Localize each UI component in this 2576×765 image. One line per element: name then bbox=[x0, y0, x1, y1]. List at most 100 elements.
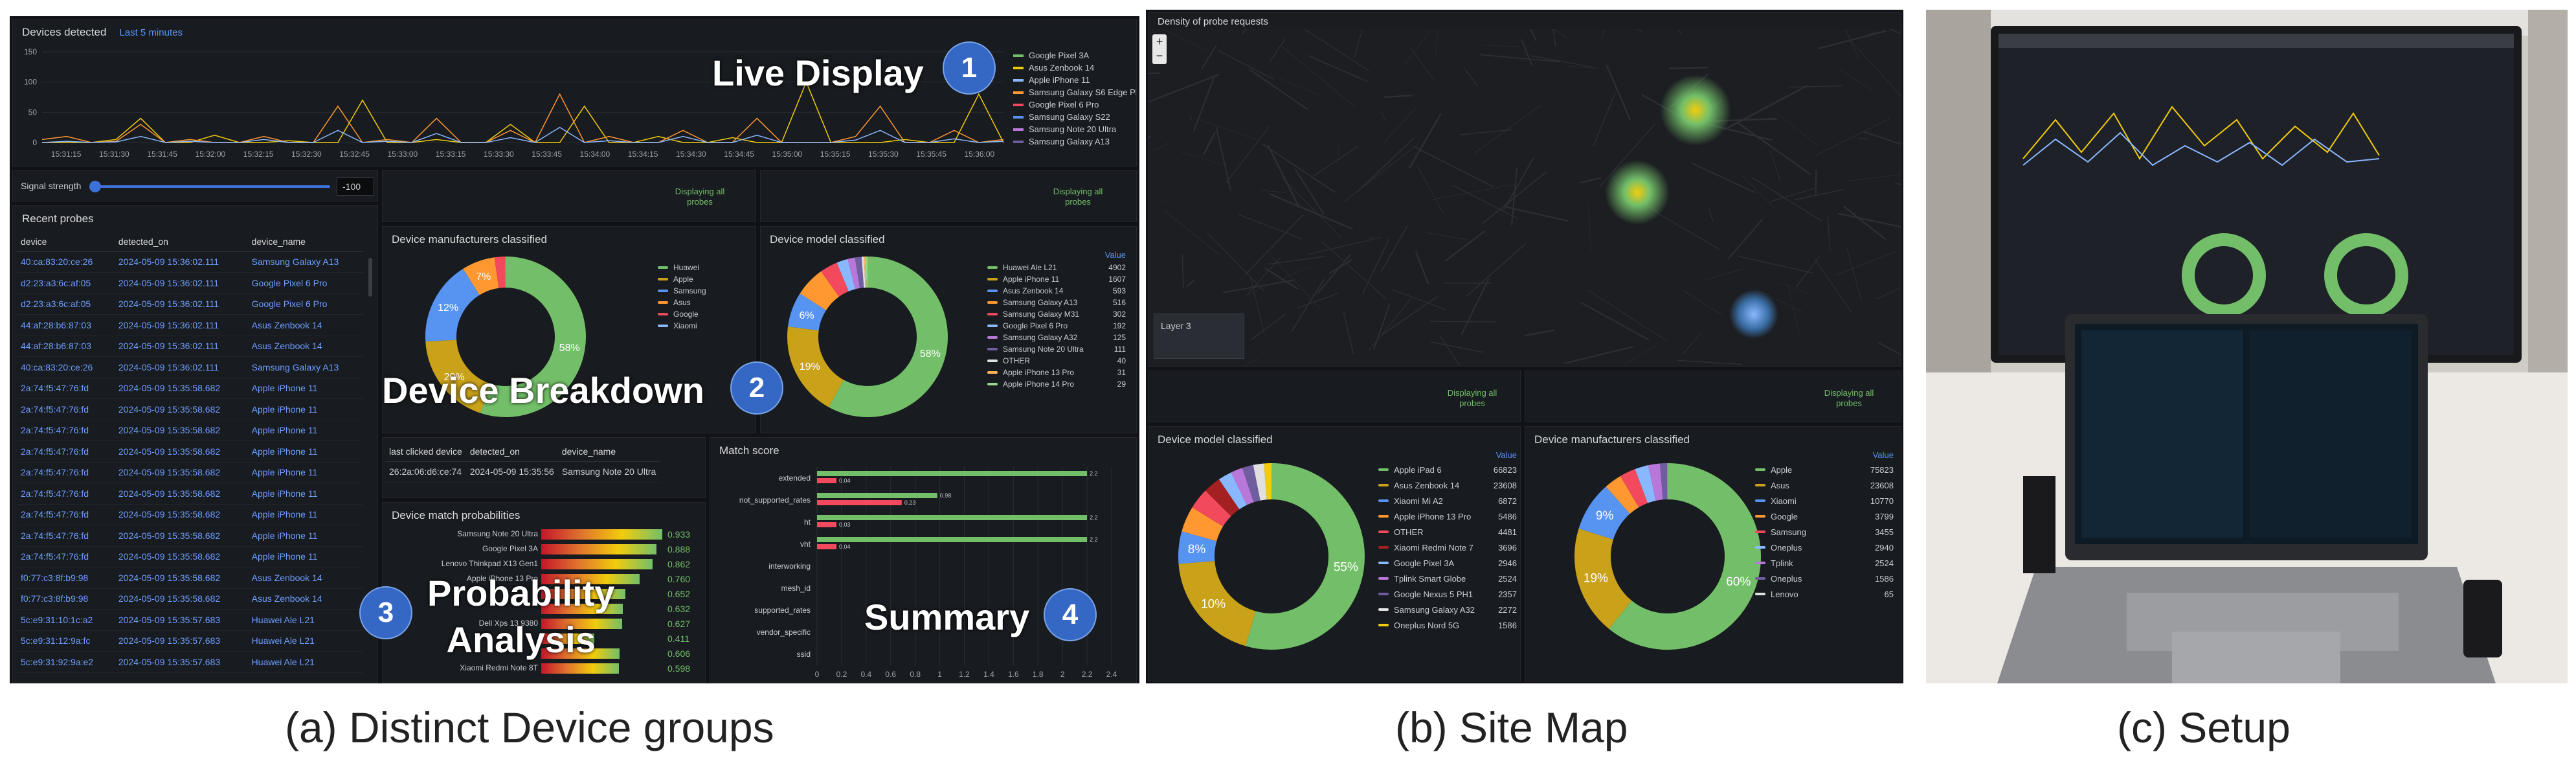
table-cell[interactable]: 2a:74:f5:47:76:fd bbox=[17, 483, 115, 505]
table-cell[interactable]: Apple iPhone 11 bbox=[247, 546, 363, 567]
table-header: last clicked device detected_on device_nam… bbox=[385, 442, 660, 462]
table-cell[interactable]: Asus Zenbook 14 bbox=[247, 588, 363, 610]
table-cell[interactable]: Asus Zenbook 14 bbox=[247, 336, 363, 357]
table-row[interactable]: 2a:74:f5:47:76:fd 2024-05-09 15:35:58.682… bbox=[17, 378, 363, 399]
table-cell[interactable]: 2024-05-09 15:35:57.683 bbox=[114, 651, 248, 673]
table-row[interactable]: 2a:74:f5:47:76:fd 2024-05-09 15:35:58.682… bbox=[17, 546, 363, 567]
table-cell[interactable]: 5c:e9:31:10:1c:a2 bbox=[17, 609, 115, 631]
table-cell[interactable]: 40:ca:83:20:ce:26 bbox=[17, 356, 115, 378]
table-cell[interactable]: 2024-05-09 15:36:02.111 bbox=[114, 336, 248, 357]
slider-handle[interactable] bbox=[89, 181, 101, 192]
table-row[interactable]: 2a:74:f5:47:76:fd 2024-05-09 15:35:58.682… bbox=[17, 462, 363, 483]
table-cell[interactable]: f0:77:c3:8f:b9:98 bbox=[17, 567, 115, 589]
table-cell[interactable]: Asus Zenbook 14 bbox=[247, 567, 363, 589]
table-cell[interactable]: Huawei Ale L21 bbox=[247, 609, 363, 631]
zoom-in-button[interactable]: + bbox=[1152, 34, 1167, 49]
table-cell[interactable]: Apple iPhone 11 bbox=[247, 462, 363, 483]
column-header[interactable]: detected_on bbox=[114, 232, 248, 252]
table-cell[interactable]: Apple iPhone 11 bbox=[247, 483, 363, 505]
legend-label: Xiaomi Mi A2 bbox=[1394, 496, 1443, 506]
table-cell[interactable]: 44:af:28:b6:87:03 bbox=[17, 336, 115, 357]
table-cell[interactable]: d2:23:a3:6c:af:05 bbox=[17, 293, 115, 315]
donut-slice bbox=[829, 257, 948, 417]
table-row[interactable]: 2a:74:f5:47:76:fd 2024-05-09 15:35:58.682… bbox=[17, 483, 363, 505]
table-row[interactable]: 2a:74:f5:47:76:fd 2024-05-09 15:35:58.682… bbox=[17, 420, 363, 441]
table-row[interactable]: 2a:74:f5:47:76:fd 2024-05-09 15:35:58.682… bbox=[17, 398, 363, 420]
table-cell[interactable]: 2024-05-09 15:35:58.682 bbox=[114, 462, 248, 483]
table-cell[interactable]: f0:77:c3:8f:b9:98 bbox=[17, 588, 115, 610]
table-cell[interactable]: 2024-05-09 15:36:02.111 bbox=[114, 356, 248, 378]
table-cell[interactable]: 2a:74:f5:47:76:fd bbox=[17, 462, 115, 483]
table-cell[interactable]: 2024-05-09 15:35:58.682 bbox=[114, 567, 248, 589]
table-cell[interactable]: Samsung Galaxy A13 bbox=[247, 356, 363, 378]
table-row[interactable]: 44:af:28:b6:87:03 2024-05-09 15:36:02.111… bbox=[17, 336, 363, 357]
table-row[interactable]: 5c:e9:31:10:1c:a2 2024-05-09 15:35:57.683… bbox=[17, 609, 363, 631]
table-cell[interactable]: 2a:74:f5:47:76:fd bbox=[17, 546, 115, 567]
table-row[interactable]: 2a:74:f5:47:76:fd 2024-05-09 15:35:58.682… bbox=[17, 525, 363, 547]
table-cell[interactable]: 2024-05-09 15:35:57.683 bbox=[114, 609, 248, 631]
legend-value: 75823 bbox=[1870, 464, 1894, 475]
table-row[interactable]: 5c:e9:31:92:9a:e2 2024-05-09 15:35:57.683… bbox=[17, 651, 363, 673]
table-cell[interactable]: 5c:e9:31:92:9a:e2 bbox=[17, 651, 115, 673]
table-cell[interactable]: 2024-05-09 15:35:58.682 bbox=[114, 420, 248, 441]
table-row[interactable]: 44:af:28:b6:87:03 2024-05-09 15:36:02.111… bbox=[17, 314, 363, 336]
table-cell[interactable]: Apple iPhone 11 bbox=[247, 525, 363, 547]
table-cell[interactable]: Apple iPhone 11 bbox=[247, 420, 363, 441]
legend-item: Samsung Galaxy S22 bbox=[1013, 111, 1136, 123]
table-row[interactable]: 5c:e9:31:12:9a:fc 2024-05-09 15:35:57.683… bbox=[17, 630, 363, 652]
table-cell[interactable]: 2a:74:f5:47:76:fd bbox=[17, 420, 115, 441]
table-cell[interactable]: 5c:e9:31:12:9a:fc bbox=[17, 630, 115, 652]
table-cell[interactable]: 2024-05-09 15:36:02.111 bbox=[114, 293, 248, 315]
column-header[interactable]: device_name bbox=[247, 232, 363, 252]
legend-value: 6872 bbox=[1498, 496, 1517, 506]
table-cell[interactable]: 2024-05-09 15:35:58.682 bbox=[114, 588, 248, 610]
table-cell[interactable]: 2024-05-09 15:35:58.682 bbox=[114, 483, 248, 505]
table-cell[interactable]: d2:23:a3:6c:af:05 bbox=[17, 272, 115, 294]
table-cell[interactable]: 2a:74:f5:47:76:fd bbox=[17, 440, 115, 462]
table-cell[interactable]: 2024-05-09 15:36:02.111 bbox=[114, 251, 248, 273]
table-cell[interactable]: Apple iPhone 11 bbox=[247, 398, 363, 420]
signal-slider[interactable] bbox=[91, 185, 330, 188]
table-cell[interactable]: 2024-05-09 15:35:58.682 bbox=[114, 398, 248, 420]
table-cell[interactable]: 2a:74:f5:47:76:fd bbox=[17, 504, 115, 525]
table-cell[interactable]: 2024-05-09 15:36:02.111 bbox=[114, 314, 248, 336]
column-header[interactable]: device bbox=[17, 232, 115, 252]
table-cell[interactable]: 2a:74:f5:47:76:fd bbox=[17, 525, 115, 547]
table-cell[interactable]: 2024-05-09 15:35:58.682 bbox=[114, 440, 248, 462]
table-cell[interactable]: 40:ca:83:20:ce:26 bbox=[17, 251, 115, 273]
table-row[interactable]: 2a:74:f5:47:76:fd 2024-05-09 15:35:58.682… bbox=[17, 504, 363, 525]
layer-box[interactable]: Layer 3 bbox=[1154, 314, 1244, 359]
table-row[interactable]: 40:ca:83:20:ce:26 2024-05-09 15:36:02.111… bbox=[17, 356, 363, 378]
table-row[interactable]: 2a:74:f5:47:76:fd 2024-05-09 15:35:58.682… bbox=[17, 440, 363, 462]
table-cell[interactable]: 2024-05-09 15:36:02.111 bbox=[114, 272, 248, 294]
table-cell[interactable]: 44:af:28:b6:87:03 bbox=[17, 314, 115, 336]
table-cell[interactable]: 2a:74:f5:47:76:fd bbox=[17, 378, 115, 399]
legend-item: Samsung Galaxy A32 2272 bbox=[1378, 602, 1517, 617]
table-row[interactable]: f0:77:c3:8f:b9:98 2024-05-09 15:35:58.682… bbox=[17, 588, 363, 610]
table-cell[interactable]: 2024-05-09 15:35:58.682 bbox=[114, 378, 248, 399]
time-range[interactable]: Last 5 minutes bbox=[119, 27, 183, 38]
signal-value[interactable]: -100 bbox=[337, 177, 374, 196]
table-cell[interactable]: 2024-05-09 15:35:57.683 bbox=[114, 630, 248, 652]
table-scrollbar[interactable] bbox=[368, 258, 372, 297]
table-row[interactable]: 40:ca:83:20:ce:26 2024-05-09 15:36:02.111… bbox=[17, 251, 363, 273]
table-row[interactable]: f0:77:c3:8f:b9:98 2024-05-09 15:35:58.682… bbox=[17, 567, 363, 589]
table-cell[interactable]: Apple iPhone 11 bbox=[247, 378, 363, 399]
table-cell[interactable]: Google Pixel 6 Pro bbox=[247, 293, 363, 315]
table-row[interactable]: 26:2a:06:d6:ce:74 2024-05-09 15:35:56 Sams… bbox=[385, 461, 660, 483]
table-row[interactable]: d2:23:a3:6c:af:05 2024-05-09 15:36:02.111… bbox=[17, 272, 363, 294]
table-cell[interactable]: 2024-05-09 15:35:58.682 bbox=[114, 525, 248, 547]
table-cell[interactable]: Samsung Galaxy A13 bbox=[247, 251, 363, 273]
zoom-out-button[interactable]: − bbox=[1152, 49, 1167, 63]
table-cell[interactable]: Google Pixel 6 Pro bbox=[247, 272, 363, 294]
table-cell[interactable]: Huawei Ale L21 bbox=[247, 651, 363, 673]
table-cell[interactable]: 2024-05-09 15:35:58.682 bbox=[114, 546, 248, 567]
table-cell[interactable]: 2a:74:f5:47:76:fd bbox=[17, 398, 115, 420]
table-cell[interactable]: 2024-05-09 15:35:58.682 bbox=[114, 504, 248, 525]
table-cell[interactable]: Apple iPhone 11 bbox=[247, 504, 363, 525]
table-cell[interactable]: Apple iPhone 11 bbox=[247, 440, 363, 462]
table-cell[interactable]: Asus Zenbook 14 bbox=[247, 314, 363, 336]
table-cell[interactable]: Huawei Ale L21 bbox=[247, 630, 363, 652]
density-map[interactable] bbox=[1148, 29, 1901, 367]
table-row[interactable]: d2:23:a3:6c:af:05 2024-05-09 15:36:02.111… bbox=[17, 293, 363, 315]
